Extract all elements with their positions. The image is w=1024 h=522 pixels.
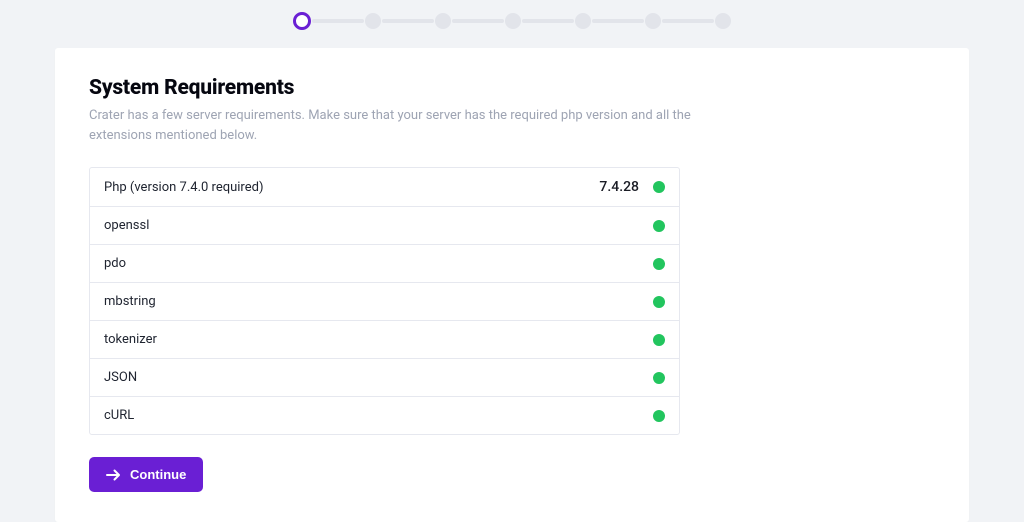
requirement-label: Php (version 7.4.0 required)	[104, 180, 263, 195]
status-ok-icon	[653, 296, 665, 308]
page-title: System Requirements	[89, 76, 935, 100]
status-ok-icon	[653, 258, 665, 270]
requirement-status: 7.4.28	[599, 179, 665, 195]
step-5	[575, 13, 591, 29]
requirement-label: cURL	[104, 408, 134, 423]
step-2	[365, 13, 381, 29]
requirement-label: tokenizer	[104, 332, 157, 347]
requirement-status	[653, 258, 665, 270]
requirements-table: Php (version 7.4.0 required) 7.4.28 openss…	[89, 167, 680, 435]
table-row: tokenizer	[90, 321, 679, 359]
step-1	[293, 12, 311, 30]
page-subtitle: Crater has a few server requirements. Ma…	[89, 106, 729, 145]
stepper	[0, 0, 1024, 48]
step-connector	[312, 19, 364, 23]
step-connector	[522, 19, 574, 23]
step-7	[715, 13, 731, 29]
requirement-label: mbstring	[104, 294, 156, 309]
table-row: JSON	[90, 359, 679, 397]
continue-button-label: Continue	[130, 467, 186, 482]
requirement-version: 7.4.28	[599, 179, 639, 195]
table-row: cURL	[90, 397, 679, 434]
requirements-card: System Requirements Crater has a few ser…	[55, 48, 969, 522]
table-row: openssl	[90, 207, 679, 245]
step-4	[505, 13, 521, 29]
requirement-status	[653, 334, 665, 346]
table-row: pdo	[90, 245, 679, 283]
status-ok-icon	[653, 410, 665, 422]
status-ok-icon	[653, 334, 665, 346]
requirement-status	[653, 410, 665, 422]
requirement-status	[653, 372, 665, 384]
requirement-label: openssl	[104, 218, 149, 233]
status-ok-icon	[653, 181, 665, 193]
requirement-status	[653, 220, 665, 232]
arrow-right-icon	[106, 469, 121, 481]
step-connector	[662, 19, 714, 23]
table-row: Php (version 7.4.0 required) 7.4.28	[90, 168, 679, 207]
continue-button[interactable]: Continue	[89, 457, 203, 492]
step-connector	[592, 19, 644, 23]
step-connector	[382, 19, 434, 23]
requirement-label: JSON	[104, 370, 137, 385]
table-row: mbstring	[90, 283, 679, 321]
status-ok-icon	[653, 372, 665, 384]
requirement-label: pdo	[104, 256, 126, 271]
step-connector	[452, 19, 504, 23]
step-3	[435, 13, 451, 29]
status-ok-icon	[653, 220, 665, 232]
requirement-status	[653, 296, 665, 308]
step-6	[645, 13, 661, 29]
